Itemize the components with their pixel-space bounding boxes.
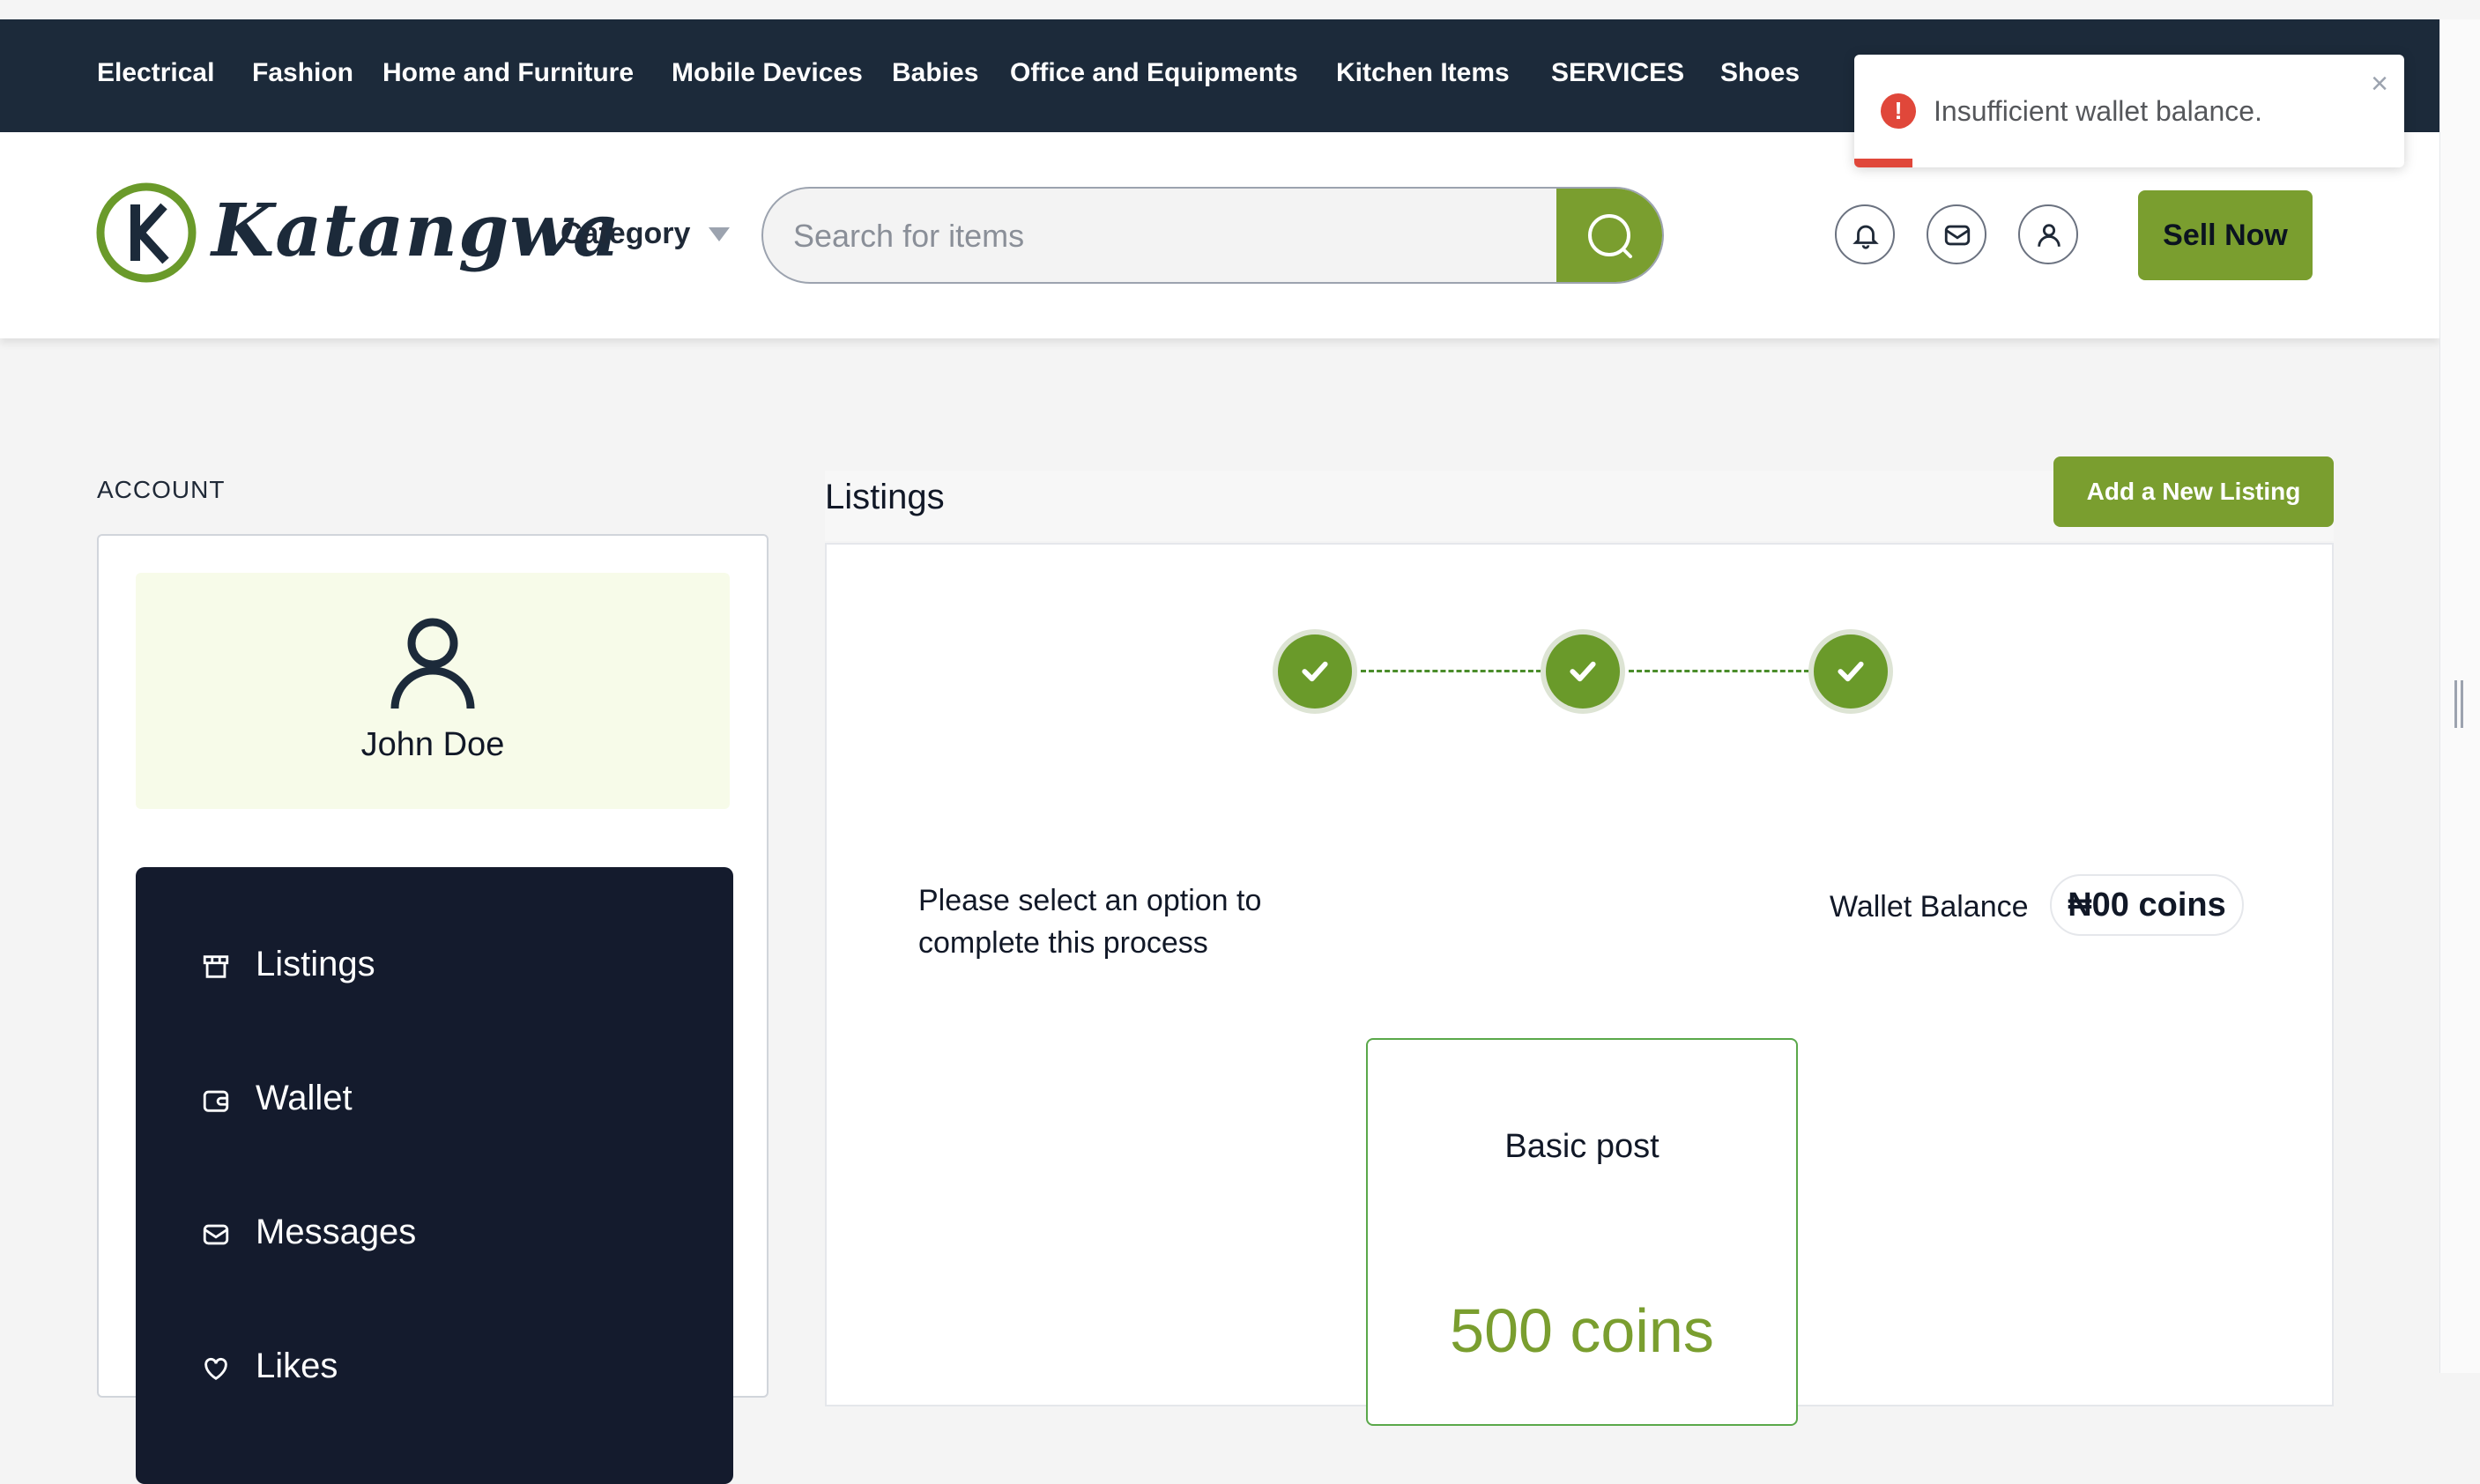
chevron-down-icon xyxy=(709,227,730,241)
listing-panel: Please select an option to complete this… xyxy=(825,543,2334,1426)
category-link-electrical[interactable]: Electrical xyxy=(97,58,214,88)
user-name: John Doe xyxy=(360,726,505,763)
logo-text: Katangwa xyxy=(212,189,621,273)
close-icon[interactable]: × xyxy=(2371,67,2388,101)
mail-icon xyxy=(1944,225,1971,246)
account-sidebar: John Doe Listings Wallet Messages Likes xyxy=(97,534,769,1484)
profile-card: John Doe xyxy=(136,573,730,809)
page-title: Listings xyxy=(825,478,945,516)
search-button[interactable] xyxy=(1556,189,1662,282)
plan-name: Basic post xyxy=(1504,1128,1660,1165)
category-link-shoes[interactable]: Shoes xyxy=(1720,58,1800,88)
mail-icon xyxy=(203,1224,229,1245)
error-toast: ! Insufficient wallet balance. × xyxy=(1854,55,2404,167)
step-connector xyxy=(1629,670,1817,672)
search-bar xyxy=(761,187,1664,284)
step-1-complete xyxy=(1273,629,1357,714)
plan-option-basic[interactable]: Basic post 500 coins xyxy=(1366,1038,1798,1426)
page-scrollbar[interactable] xyxy=(2439,19,2480,1373)
step-2-complete xyxy=(1541,629,1625,714)
top-strip xyxy=(0,0,2480,19)
search-icon xyxy=(1588,214,1632,258)
messages-button[interactable] xyxy=(1927,204,1986,264)
resize-handle[interactable] xyxy=(2454,680,2457,728)
add-listing-button[interactable]: Add a New Listing xyxy=(2053,456,2334,527)
sidebar-item-label: Listings xyxy=(256,945,375,983)
heart-icon xyxy=(204,1357,227,1381)
bell-icon xyxy=(1853,225,1879,249)
avatar-icon xyxy=(390,618,475,709)
toast-timer-bar xyxy=(1854,159,1912,167)
user-icon xyxy=(2038,224,2060,247)
site-logo[interactable]: Katangwa xyxy=(95,178,620,293)
category-link-home-furniture[interactable]: Home and Furniture xyxy=(382,58,634,88)
sidebar-item-label: Messages xyxy=(256,1213,417,1251)
category-link-services[interactable]: SERVICES xyxy=(1551,58,1684,88)
wallet-balance-value: ₦00 coins xyxy=(2050,874,2244,936)
check-icon xyxy=(1838,661,1864,682)
category-link-mobile-devices[interactable]: Mobile Devices xyxy=(672,58,863,88)
option-prompt: Please select an option to complete this… xyxy=(918,884,1262,960)
plan-price: 500 coins xyxy=(1450,1296,1714,1365)
category-dropdown[interactable]: Category xyxy=(561,217,730,251)
check-icon xyxy=(1570,661,1596,682)
check-icon xyxy=(1302,661,1328,682)
category-label: Category xyxy=(561,217,691,250)
step-connector xyxy=(1361,670,1549,672)
sell-now-button[interactable]: Sell Now xyxy=(2138,190,2313,280)
wallet-balance-label: Wallet Balance xyxy=(1830,890,2029,924)
store-icon xyxy=(203,955,229,978)
step-3-complete xyxy=(1808,629,1893,714)
search-input[interactable] xyxy=(791,189,1535,282)
category-link-babies[interactable]: Babies xyxy=(892,58,978,88)
category-link-office-equipments[interactable]: Office and Equipments xyxy=(1010,58,1298,88)
sidebar-item-label: Wallet xyxy=(256,1079,353,1117)
notifications-button[interactable] xyxy=(1835,204,1895,264)
toast-message: Insufficient wallet balance. xyxy=(1934,95,2262,127)
account-menu: Listings Wallet Messages Likes xyxy=(136,867,733,1484)
error-icon: ! xyxy=(1881,93,1916,129)
wallet-icon xyxy=(203,1090,229,1112)
account-heading: ACCOUNT xyxy=(97,476,226,503)
logo-k-icon xyxy=(96,182,197,283)
category-link-kitchen-items[interactable]: Kitchen Items xyxy=(1336,58,1510,88)
sidebar-item-label: Likes xyxy=(256,1347,338,1385)
profile-button[interactable] xyxy=(2018,204,2078,264)
category-link-fashion[interactable]: Fashion xyxy=(252,58,353,88)
